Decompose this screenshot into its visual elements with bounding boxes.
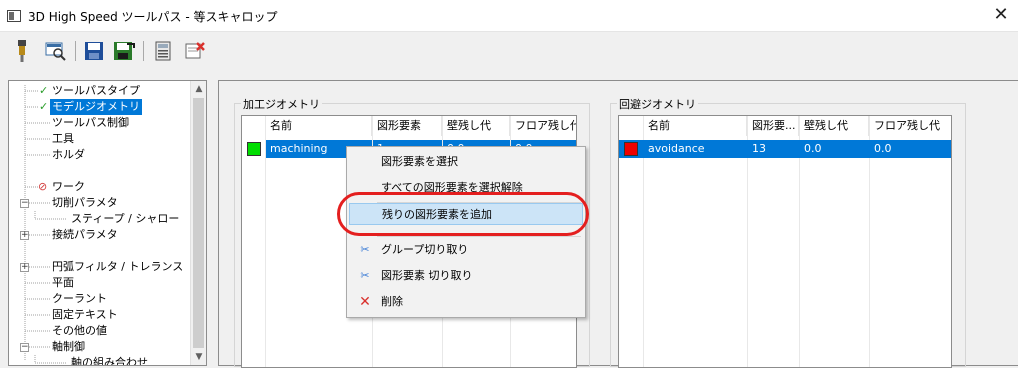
menu-item-element-cut[interactable]: ✂ 図形要素 切り取り (349, 265, 583, 287)
check-icon: ✓ (39, 84, 49, 97)
column-header-elements[interactable]: 図形要... (748, 116, 799, 136)
tree-item-cutting-params[interactable]: − 切削パラメタ (9, 195, 189, 211)
tree-item-label: 接続パラメタ (52, 228, 118, 241)
tree-item-label: 工具 (52, 132, 74, 145)
table-row[interactable]: avoidance 13 0.0 0.0 (619, 140, 951, 158)
toolbar (0, 33, 1018, 69)
tree-item-holder[interactable]: ホルダ (9, 147, 189, 163)
tree-item-label: 切削パラメタ (52, 196, 118, 209)
menu-item-label: 図形要素 切り取り (381, 269, 473, 282)
tree-scrollbar[interactable]: ▲ ▼ (190, 81, 206, 365)
app-window-icon (7, 10, 21, 22)
tree-item-label: 軸制御 (52, 340, 85, 353)
column-header-wall-stock[interactable]: 壁残し代 (800, 116, 869, 136)
scrollbar-thumb[interactable] (193, 98, 204, 348)
tree-item-label: その他の値 (52, 324, 107, 337)
collapse-icon[interactable]: − (20, 199, 29, 208)
tree-item-workpiece[interactable]: ⊘ ワーク (9, 179, 189, 195)
annotation-highlight-ring (337, 192, 589, 236)
tree-item-label: 軸の組み合わせ (71, 356, 148, 366)
menu-separator (377, 236, 581, 237)
avoidance-geometry-group: 回避ジオメトリ 名前 図形要... 壁残し代 フロア残し代 avoidance … (610, 96, 966, 368)
tree-item-label: クーラント (52, 292, 107, 305)
row-floor-stock: 0.0 (874, 142, 892, 155)
title-bar: 3D High Speed ツールパス - 等スキャロップ ✕ (0, 0, 1018, 32)
tree-item-label: 固定テキスト (52, 308, 118, 321)
column-header-elements[interactable]: 図形要素 (373, 116, 442, 136)
toolbar-separator (143, 41, 144, 61)
tree-item-toolpath-type[interactable]: ✓ ツールパスタイプ (9, 83, 189, 99)
row-wall-stock: 0.0 (804, 142, 822, 155)
tree-item-label: ツールパス制御 (52, 116, 129, 129)
row-elements: 13 (752, 142, 766, 155)
color-swatch (624, 142, 638, 156)
group-title: 回避ジオメトリ (617, 96, 698, 112)
error-icon: ⊘ (38, 180, 48, 193)
tree-item-arc-filter[interactable]: + 円弧フィルタ / トレランス (9, 259, 189, 275)
delete-icon[interactable] (183, 39, 207, 63)
tree-item-label: モデルジオメトリ (50, 99, 142, 115)
tree-item-coolant[interactable]: クーラント (9, 291, 189, 307)
tree-item-plane[interactable]: 平面 (9, 275, 189, 291)
window-title: 3D High Speed ツールパス - 等スキャロップ (28, 10, 278, 24)
tree-item-label: 円弧フィルタ / トレランス (52, 260, 184, 273)
scissors-icon: ✂ (360, 269, 370, 282)
tree-item-fixed-text[interactable]: 固定テキスト (9, 307, 189, 323)
tree-item-model-geometry[interactable]: ✓ モデルジオメトリ (9, 99, 189, 115)
tree-item-tool[interactable]: 工具 (9, 131, 189, 147)
menu-item-delete[interactable]: ✕ 削除 (349, 291, 583, 313)
avoidance-geometry-list[interactable]: 名前 図形要... 壁残し代 フロア残し代 avoidance 13 0.0 0… (618, 115, 952, 368)
collapse-icon[interactable]: − (20, 343, 29, 352)
menu-item-label: グループ切り取り (381, 243, 469, 256)
menu-item-label: 図形要素を選択 (381, 155, 458, 168)
tree-item-label: ホルダ (52, 148, 85, 161)
tree-item-steep-shallow[interactable]: スティープ / シャロー (9, 211, 189, 227)
scissors-icon: ✂ (360, 243, 370, 256)
tree-item-axis-combination[interactable]: 軸の組み合わせ (9, 355, 189, 366)
scroll-up-icon[interactable]: ▲ (191, 81, 206, 97)
tree-item-toolpath-control[interactable]: ツールパス制御 (9, 115, 189, 131)
tree-item-link-params[interactable]: + 接続パラメタ (9, 227, 189, 243)
column-header-name[interactable]: 名前 (266, 116, 372, 136)
menu-item-select-elements[interactable]: 図形要素を選択 (349, 151, 583, 173)
menu-item-group-cut[interactable]: ✂ グループ切り取り (349, 239, 583, 261)
tree-item-axis-control[interactable]: − 軸制御 (9, 339, 189, 355)
save-as-icon[interactable] (112, 39, 136, 63)
tree-item-label: ワーク (52, 180, 85, 193)
delete-x-icon: ✕ (359, 294, 371, 310)
tree-item-label: 平面 (52, 276, 74, 289)
color-swatch (247, 142, 261, 156)
row-name: avoidance (648, 142, 705, 155)
column-header-floor-stock[interactable]: フロア残し代 (511, 116, 576, 136)
tree-item-label: スティープ / シャロー (71, 212, 180, 225)
check-icon: ✓ (39, 100, 49, 113)
column-header-name[interactable]: 名前 (644, 116, 747, 136)
group-title: 加工ジオメトリ (241, 96, 322, 112)
tree-item-misc-values[interactable]: その他の値 (9, 323, 189, 339)
calculator-icon[interactable] (151, 39, 175, 63)
parameter-tree[interactable]: ✓ ツールパスタイプ ✓ モデルジオメトリ ツールパス制御 工具 ホルダ ⊘ ワ… (8, 80, 207, 366)
column-header-floor-stock[interactable]: フロア残し代 (870, 116, 951, 136)
menu-item-label: 削除 (381, 295, 403, 308)
column-header-wall-stock[interactable]: 壁残し代 (443, 116, 510, 136)
expand-icon[interactable]: + (20, 231, 29, 240)
scroll-down-icon[interactable]: ▼ (191, 349, 206, 365)
toolbar-separator (75, 41, 76, 61)
preview-icon[interactable] (43, 39, 67, 63)
expand-icon[interactable]: + (20, 263, 29, 272)
close-window-button[interactable]: ✕ (990, 3, 1012, 27)
save-icon[interactable] (82, 39, 106, 63)
tool-icon[interactable] (10, 39, 34, 63)
tree-item-label: ツールパスタイプ (52, 84, 140, 97)
